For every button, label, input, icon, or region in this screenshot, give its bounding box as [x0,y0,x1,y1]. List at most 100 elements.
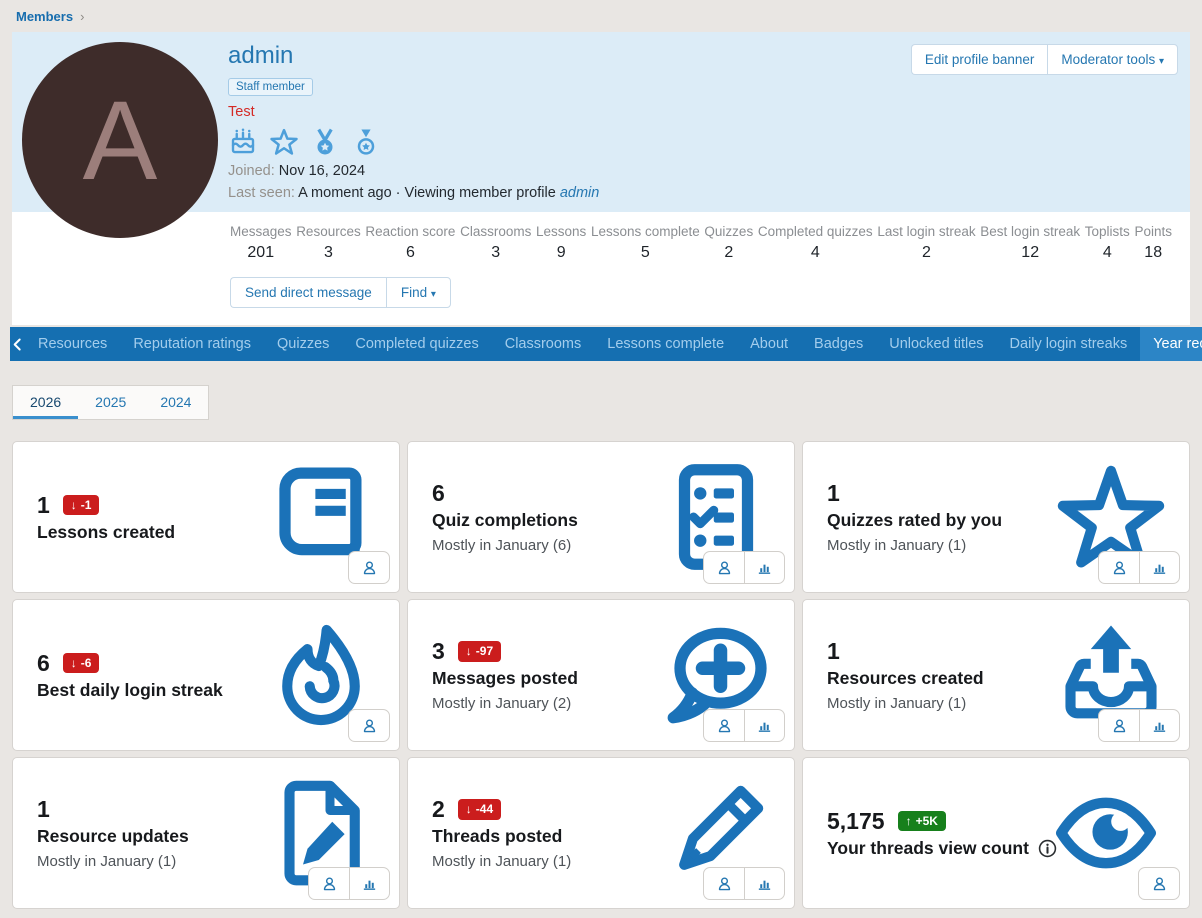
card-title: Quiz completions [432,510,578,531]
edit-profile-banner-button[interactable]: Edit profile banner [911,44,1048,75]
card-title: Best daily login streak [37,680,223,701]
card-lessons-created: 1 ↓-1 Lessons created [12,441,400,593]
year-tab-2025[interactable]: 2025 [78,386,143,419]
card-action-buttons [1098,709,1180,742]
card-value: 6 [432,480,445,507]
avatar[interactable]: A [22,42,218,238]
card-subtitle: Mostly in January (2) [432,695,578,712]
year-tab-2024[interactable]: 2024 [143,386,208,419]
card-action-buttons [308,867,390,900]
stat-lessons-complete[interactable]: Lessons complete5 [591,224,700,262]
stat-messages[interactable]: Messages201 [230,224,292,262]
chart-icon[interactable] [1139,710,1179,741]
last-seen-profile-link[interactable]: admin [560,185,600,201]
breadcrumb-members-link[interactable]: Members [16,9,73,24]
stat-quizzes[interactable]: Quizzes2 [704,224,753,262]
tab-about[interactable]: About [737,327,801,361]
birthday-cake-icon[interactable] [228,127,258,157]
profile-stats: Messages201 Resources3 Reaction score6 C… [12,212,1190,262]
star-outline-icon[interactable] [269,127,299,157]
member-icon[interactable] [1099,552,1139,583]
card-quizzes-rated: 1 Quizzes rated by you Mostly in January… [802,441,1190,593]
change-badge: ↑+5K [898,811,946,831]
stat-toplists[interactable]: Toplists4 [1085,224,1130,262]
custom-user-title: Test [228,104,1190,120]
card-subtitle: Mostly in January (1) [37,853,189,870]
find-button[interactable]: Find ▾ [386,277,451,308]
member-icon[interactable] [704,710,744,741]
chart-icon[interactable] [744,552,784,583]
stat-classrooms[interactable]: Classrooms3 [460,224,531,262]
member-icon[interactable] [704,868,744,899]
card-value: 6 [37,650,50,677]
card-threads-view-count: 5,175 ↑+5K Your threads view count [802,757,1190,909]
member-icon[interactable] [1139,868,1179,899]
tab-resources[interactable]: Resources [25,327,120,361]
card-value: 1 [37,492,50,519]
chevron-down-icon: ▾ [431,289,436,300]
card-value: 1 [827,480,840,507]
tab-lessons-complete[interactable]: Lessons complete [594,327,737,361]
member-icon[interactable] [1099,710,1139,741]
chevron-left-icon [10,337,25,352]
card-value: 5,175 [827,808,885,835]
send-direct-message-button[interactable]: Send direct message [230,277,386,308]
stat-last-login-streak[interactable]: Last login streak2 [877,224,975,262]
card-action-buttons [348,709,390,742]
card-title: Resources created [827,668,984,689]
card-messages-posted: 3 ↓-97 Messages posted Mostly in January… [407,599,795,751]
staff-member-badge: Staff member [228,78,313,96]
tab-quizzes[interactable]: Quizzes [264,327,342,361]
tab-reputation-ratings[interactable]: Reputation ratings [120,327,264,361]
stat-best-login-streak[interactable]: Best login streak12 [980,224,1080,262]
card-subtitle: Mostly in January (1) [827,537,1002,554]
breadcrumb: Members › [0,0,1202,32]
tab-classrooms[interactable]: Classrooms [492,327,595,361]
scroll-left-button[interactable] [10,327,25,361]
member-icon[interactable] [349,710,389,741]
card-action-buttons [1098,551,1180,584]
breadcrumb-separator-icon: › [80,9,84,24]
profile-card: A admin Staff member Test [12,32,1190,325]
last-seen-value: A moment ago · Viewing member profile [298,185,556,201]
tab-year-recap[interactable]: Year recap [1140,327,1202,361]
medal-icon[interactable] [310,127,340,157]
chart-icon[interactable] [349,868,389,899]
moderator-tools-button[interactable]: Moderator tools ▾ [1047,44,1178,75]
stat-points[interactable]: Points18 [1134,224,1172,262]
card-value: 1 [827,638,840,665]
stat-lessons[interactable]: Lessons9 [536,224,586,262]
tab-unlocked-titles[interactable]: Unlocked titles [876,327,996,361]
tab-daily-login-streaks[interactable]: Daily login streaks [997,327,1141,361]
card-value: 3 [432,638,445,665]
card-title: Lessons created [37,522,175,543]
year-tab-2026[interactable]: 2026 [13,386,78,419]
change-value: -97 [476,644,493,658]
chart-icon[interactable] [744,710,784,741]
info-icon[interactable] [1038,839,1057,858]
stat-completed-quizzes[interactable]: Completed quizzes4 [758,224,873,262]
joined-label: Joined: [228,163,275,179]
change-badge: ↓-1 [63,495,100,515]
member-icon[interactable] [349,552,389,583]
tab-badges[interactable]: Badges [801,327,876,361]
card-action-buttons [703,551,785,584]
medal-ribbon-icon[interactable] [351,127,381,157]
change-value: -44 [476,802,493,816]
chart-icon[interactable] [744,868,784,899]
card-action-buttons [703,867,785,900]
year-tabs: 2026 2025 2024 [12,385,209,420]
chevron-down-icon: ▾ [1159,56,1164,67]
last-seen-line: Last seen: A moment ago · Viewing member… [228,185,1190,201]
change-badge: ↓-97 [458,641,501,661]
stat-resources[interactable]: Resources3 [296,224,361,262]
change-badge: ↓-44 [458,799,501,819]
stat-reaction-score[interactable]: Reaction score6 [365,224,455,262]
chart-icon[interactable] [1139,552,1179,583]
profile-badges [228,127,1190,157]
tab-completed-quizzes[interactable]: Completed quizzes [342,327,491,361]
member-icon[interactable] [309,868,349,899]
arrow-down-icon: ↓ [71,498,77,512]
member-icon[interactable] [704,552,744,583]
profile-tab-bar: Resources Reputation ratings Quizzes Com… [10,327,1192,361]
